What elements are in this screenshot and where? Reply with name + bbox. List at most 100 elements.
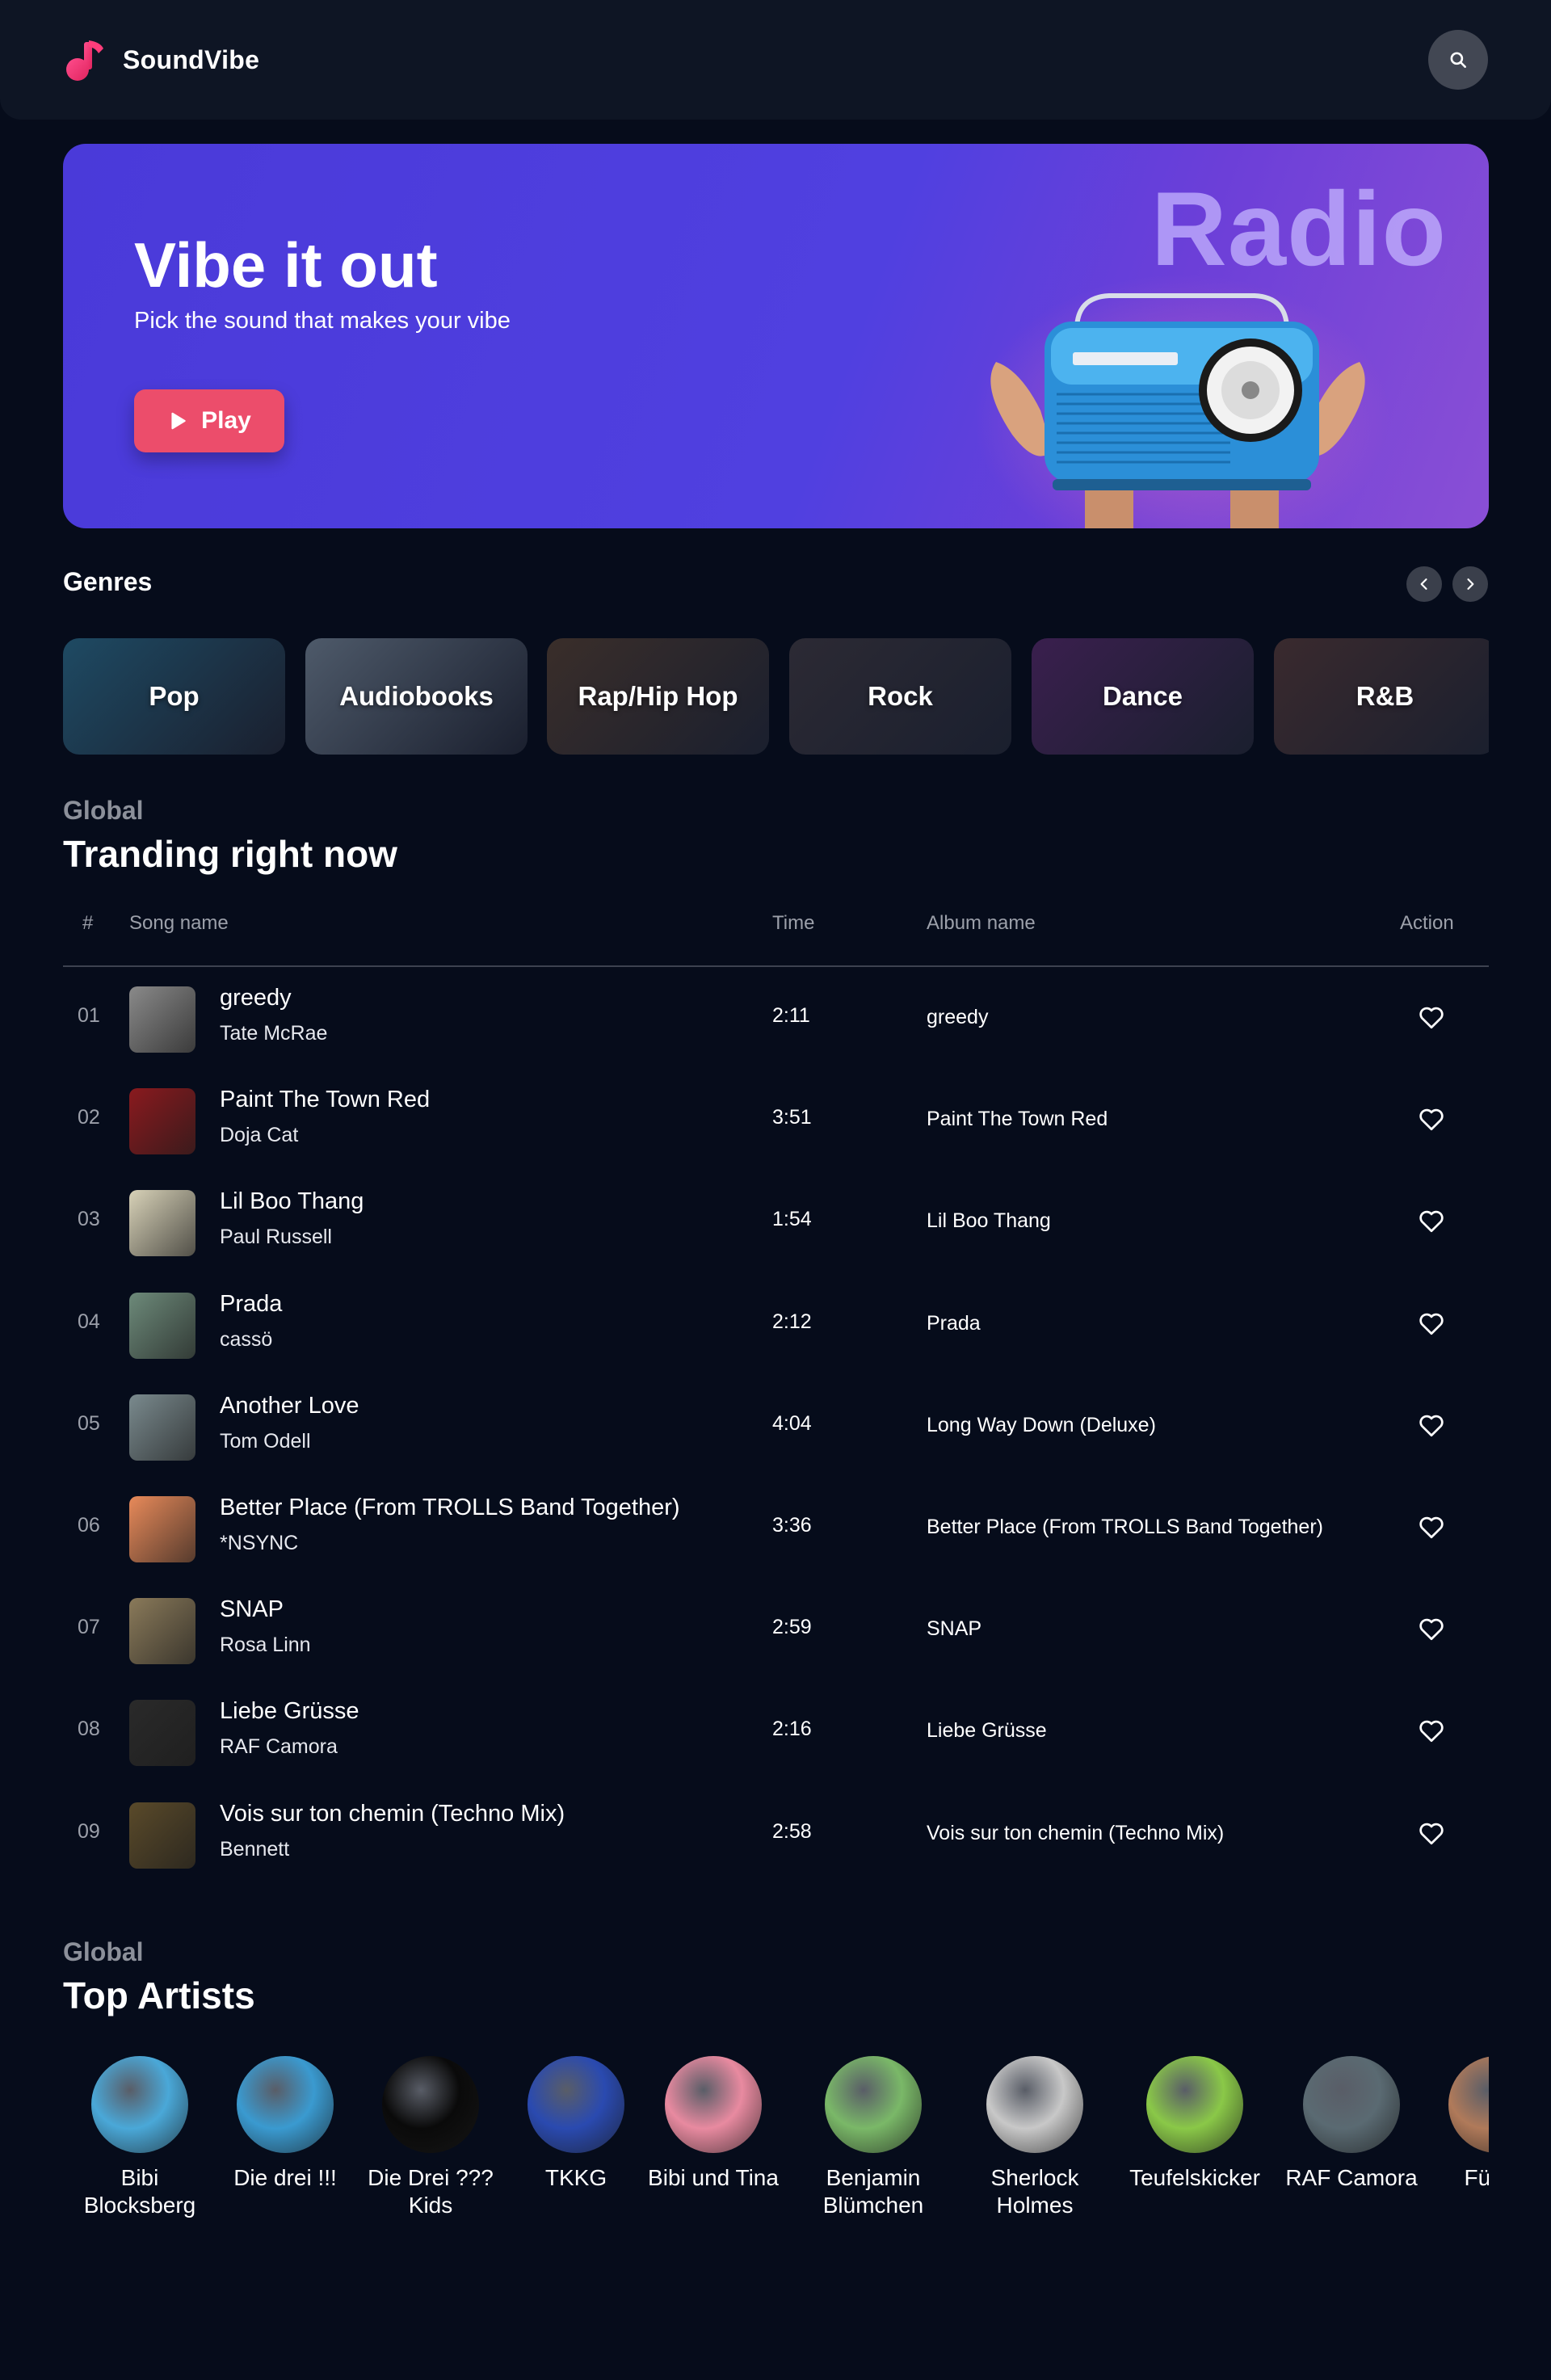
artist-name: Fünf F xyxy=(1464,2165,1489,2190)
heart-icon[interactable] xyxy=(1417,1104,1446,1133)
hero-subtitle: Pick the sound that makes your vibe xyxy=(134,308,511,334)
artist-card[interactable]: Fünf F xyxy=(1420,2056,1489,2192)
search-button[interactable] xyxy=(1428,30,1488,90)
song-title[interactable]: Liebe Grüsse xyxy=(220,1698,359,1725)
artist-card[interactable]: TKKG xyxy=(499,2056,653,2192)
track-rank: 09 xyxy=(78,1819,100,1843)
song-title[interactable]: Lil Boo Thang xyxy=(220,1188,364,1215)
album-cover-image xyxy=(129,1088,195,1155)
album-name[interactable]: Prada xyxy=(927,1312,981,1335)
song-duration: 2:16 xyxy=(772,1718,812,1741)
genre-card[interactable]: Rock xyxy=(789,638,1011,755)
song-artist[interactable]: *NSYNC xyxy=(220,1532,298,1555)
artist-avatar xyxy=(528,2056,624,2153)
song-duration: 2:59 xyxy=(772,1616,812,1639)
album-cover-image xyxy=(129,1496,195,1562)
song-title[interactable]: Another Love xyxy=(220,1393,359,1419)
song-artist[interactable]: Paul Russell xyxy=(220,1226,332,1249)
play-label: Play xyxy=(201,407,251,434)
song-title[interactable]: Better Place (From TROLLS Band Together) xyxy=(220,1495,680,1521)
artist-avatar xyxy=(665,2056,762,2153)
artist-name: TKKG xyxy=(544,2165,607,2190)
song-artist[interactable]: Tate McRae xyxy=(220,1022,327,1045)
artist-name: RAF Camora xyxy=(1285,2165,1418,2190)
genres-next-button[interactable] xyxy=(1452,566,1488,602)
heart-icon[interactable] xyxy=(1417,1512,1446,1541)
album-cover-image xyxy=(129,1802,195,1869)
song-title[interactable]: Paint The Town Red xyxy=(220,1087,430,1113)
album-name[interactable]: greedy xyxy=(927,1006,988,1029)
heart-icon[interactable] xyxy=(1417,1309,1446,1338)
genre-card[interactable]: Dance xyxy=(1032,638,1254,755)
album-cover-image xyxy=(129,1700,195,1767)
song-title[interactable]: SNAP xyxy=(220,1596,284,1623)
song-title[interactable]: Prada xyxy=(220,1291,282,1318)
track-row[interactable]: 09 Vois sur ton chemin (Techno Mix) Bennet… xyxy=(63,1785,1489,1886)
song-artist[interactable]: cassö xyxy=(220,1328,272,1352)
song-artist[interactable]: Doja Cat xyxy=(220,1124,298,1147)
artist-card[interactable]: Die drei !!! xyxy=(208,2056,362,2192)
brand[interactable]: SoundVibe xyxy=(63,37,259,82)
album-name[interactable]: Liebe Grüsse xyxy=(927,1719,1047,1743)
track-rank: 08 xyxy=(78,1718,100,1741)
track-row[interactable]: 01 greedy Tate McRae 2:11 greedy xyxy=(63,969,1489,1070)
song-artist[interactable]: RAF Camora xyxy=(220,1735,338,1759)
track-row[interactable]: 05 Another Love Tom Odell 4:04 Long Way Down… xyxy=(63,1377,1489,1478)
artist-avatar xyxy=(1448,2056,1489,2153)
album-name[interactable]: Paint The Town Red xyxy=(927,1108,1108,1131)
trending-kicker: Global xyxy=(63,796,144,825)
genre-card[interactable]: Audiobooks xyxy=(305,638,528,755)
song-duration: 2:12 xyxy=(772,1310,812,1333)
artist-name: Bibi Blocksberg xyxy=(83,2165,196,2218)
track-row[interactable]: 06 Better Place (From TROLLS Band Togethe… xyxy=(63,1478,1489,1580)
genre-card[interactable]: Rap/Hip Hop xyxy=(547,638,769,755)
album-name[interactable]: Lil Boo Thang xyxy=(927,1209,1051,1233)
genre-label: Audiobooks xyxy=(339,681,494,711)
artists-kicker: Global xyxy=(63,1937,144,1966)
heart-icon[interactable] xyxy=(1417,1206,1446,1235)
column-action: Action xyxy=(1400,912,1454,934)
album-cover-image xyxy=(129,1292,195,1359)
song-artist[interactable]: Tom Odell xyxy=(220,1430,311,1453)
song-artist[interactable]: Rosa Linn xyxy=(220,1634,311,1657)
genre-card[interactable]: R&B xyxy=(1274,638,1489,755)
track-rank: 02 xyxy=(78,1106,100,1129)
song-duration: 2:58 xyxy=(772,1819,812,1843)
song-duration: 4:04 xyxy=(772,1411,812,1435)
song-title[interactable]: Vois sur ton chemin (Techno Mix) xyxy=(220,1801,565,1827)
track-row[interactable]: 08 Liebe Grüsse RAF Camora 2:16 Liebe Grüsse xyxy=(63,1682,1489,1784)
genre-label: R&B xyxy=(1356,681,1414,711)
album-cover-image xyxy=(129,1394,195,1461)
artist-avatar xyxy=(237,2056,334,2153)
track-row[interactable]: 04 Prada cassö 2:12 Prada xyxy=(63,1275,1489,1377)
heart-icon[interactable] xyxy=(1417,1614,1446,1643)
artist-card[interactable]: Teufelskicker xyxy=(1118,2056,1271,2192)
album-name[interactable]: Long Way Down (Deluxe) xyxy=(927,1414,1156,1437)
play-button[interactable]: Play xyxy=(134,389,284,452)
heart-icon[interactable] xyxy=(1417,1819,1446,1848)
artist-card[interactable]: Die Drei ??? Kids xyxy=(354,2056,507,2219)
artist-card[interactable]: Sherlock Holmes xyxy=(958,2056,1112,2219)
album-name[interactable]: Better Place (From TROLLS Band Together) xyxy=(927,1516,1323,1539)
song-duration: 1:54 xyxy=(772,1208,812,1231)
song-artist[interactable]: Bennett xyxy=(220,1838,289,1861)
album-name[interactable]: Vois sur ton chemin (Techno Mix) xyxy=(927,1822,1224,1845)
artist-avatar xyxy=(825,2056,922,2153)
genre-card[interactable]: Pop xyxy=(63,638,285,755)
heart-icon[interactable] xyxy=(1417,1716,1446,1745)
artist-card[interactable]: Bibi und Tina xyxy=(637,2056,790,2192)
heart-icon[interactable] xyxy=(1417,1003,1446,1032)
artist-card[interactable]: Benjamin Blümchen xyxy=(797,2056,950,2219)
song-title[interactable]: greedy xyxy=(220,985,292,1011)
column-song-name: Song name xyxy=(129,912,229,934)
artist-avatar xyxy=(91,2056,188,2153)
track-row[interactable]: 02 Paint The Town Red Doja Cat 3:51 Paint Th… xyxy=(63,1070,1489,1172)
genres-prev-button[interactable] xyxy=(1406,566,1442,602)
column-album-name: Album name xyxy=(927,912,1036,934)
artist-card[interactable]: Bibi Blocksberg xyxy=(63,2056,216,2219)
track-row[interactable]: 03 Lil Boo Thang Paul Russell 1:54 Lil Boo T… xyxy=(63,1172,1489,1274)
artist-card[interactable]: RAF Camora xyxy=(1275,2056,1428,2192)
album-name[interactable]: SNAP xyxy=(927,1617,981,1641)
track-row[interactable]: 07 SNAP Rosa Linn 2:59 SNAP xyxy=(63,1580,1489,1682)
heart-icon[interactable] xyxy=(1417,1411,1446,1440)
